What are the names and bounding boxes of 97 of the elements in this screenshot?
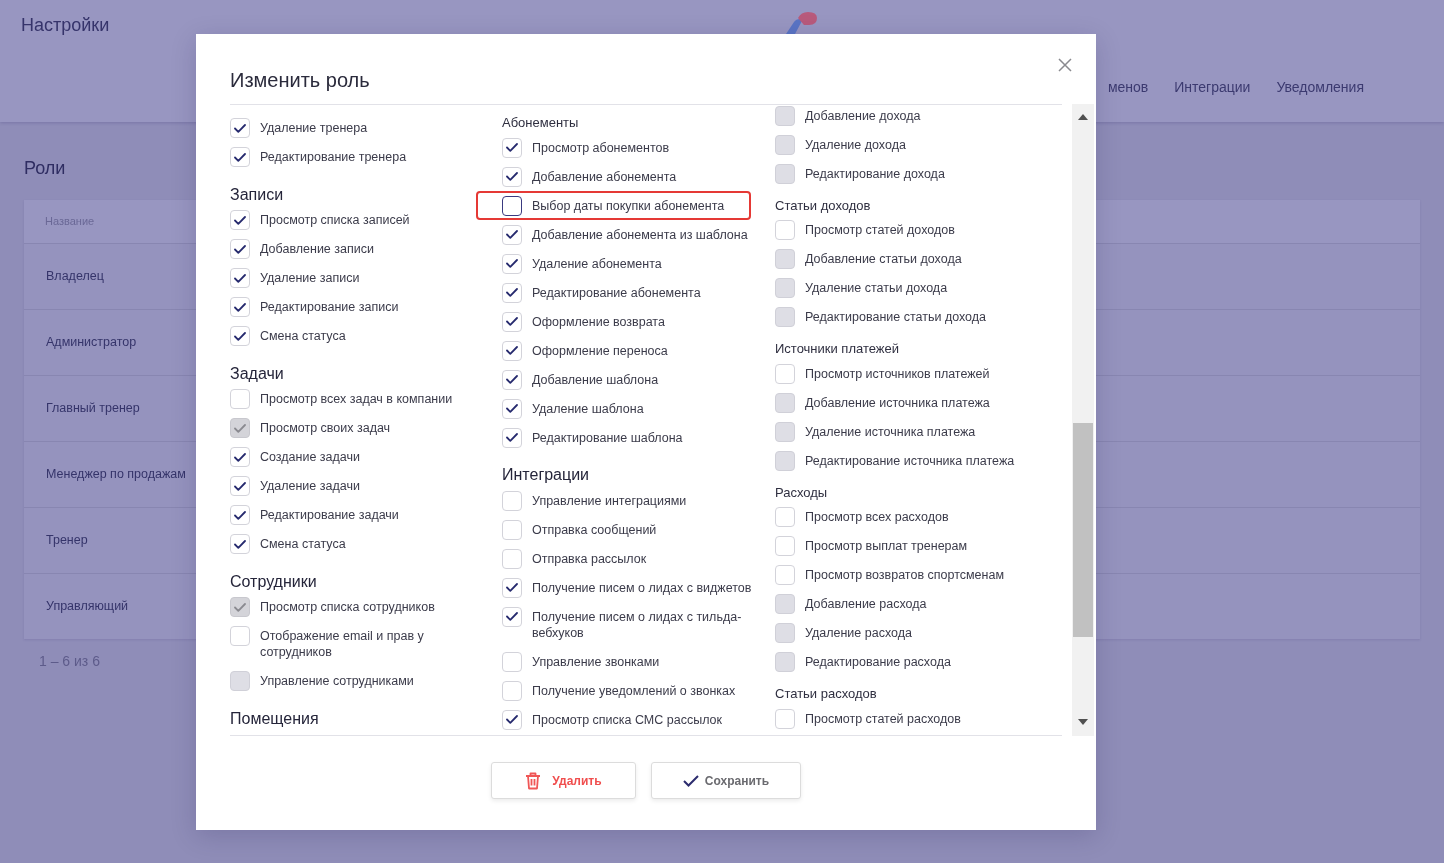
subgroup-heading: Источники платежей xyxy=(775,340,900,358)
check-icon xyxy=(234,510,246,520)
table-cell[interactable]: Администратор xyxy=(24,310,196,375)
modal-title: Изменить роль xyxy=(230,68,370,92)
up-arrow-icon[interactable] xyxy=(1078,114,1088,120)
table-cell[interactable]: Главный тренер xyxy=(24,376,196,441)
checkbox-label[interactable]: Редактирование задачи xyxy=(260,507,399,523)
checkbox-label[interactable]: Получение писем о лидах с виджетов xyxy=(532,579,752,596)
table-cell[interactable]: Управляющий xyxy=(24,574,196,639)
group-heading: Записи xyxy=(230,184,284,205)
checkbox-label[interactable]: Отправка рассылок xyxy=(532,550,647,567)
checkbox-label[interactable]: Управление интеграциями xyxy=(532,492,687,509)
check-icon xyxy=(234,423,246,433)
checkbox-label[interactable]: Просмотр списка СМС рассылок xyxy=(532,711,723,728)
scrollbar[interactable] xyxy=(1072,104,1094,736)
checkbox-label[interactable]: Просмотр возвратов спортсменам xyxy=(805,567,1004,583)
checkbox-label[interactable]: Получение уведомлений о звонках xyxy=(532,682,736,699)
checkbox-label[interactable]: Просмотр источников платежей xyxy=(805,365,990,382)
checkbox-label[interactable]: Просмотр абонементов xyxy=(532,139,670,156)
check-icon xyxy=(234,244,246,254)
check-icon xyxy=(234,539,246,549)
checkbox[interactable] xyxy=(502,195,522,216)
checkbox-label[interactable]: Получение писем о лидах с тильда-вебхуков xyxy=(532,608,775,641)
checkbox-label[interactable]: Добавление абонемента xyxy=(532,168,677,185)
check-icon xyxy=(234,123,246,133)
logo-icon xyxy=(785,12,817,34)
check-icon xyxy=(506,143,518,152)
section-title: Роли xyxy=(24,157,66,179)
check-icon xyxy=(506,317,518,326)
down-arrow-icon[interactable] xyxy=(1078,719,1088,725)
check-icon xyxy=(234,331,246,341)
checkbox-label[interactable]: Добавление абонемента из шаблона xyxy=(532,226,748,243)
checkbox-label[interactable]: Отправка сообщений xyxy=(532,521,657,538)
checkbox-label[interactable]: Смена статуса xyxy=(260,536,346,552)
subgroup-heading: Статьи расходов xyxy=(775,685,877,703)
checkbox-label[interactable]: Выбор даты покупки абонемента xyxy=(532,197,725,214)
checkbox-label[interactable]: Удаление записи xyxy=(260,270,360,286)
check-icon xyxy=(506,346,518,355)
check-icon xyxy=(234,481,246,491)
check-icon xyxy=(234,152,246,162)
delete-button[interactable]: Удалить xyxy=(491,762,636,799)
checkbox-label[interactable]: Добавление шаблона xyxy=(532,371,659,388)
checkbox-label[interactable]: Создание задачи xyxy=(260,449,360,465)
checkbox-label[interactable]: Просмотр всех задач в компании xyxy=(260,391,453,407)
checkbox-label[interactable]: Управление звонками xyxy=(532,653,660,670)
subgroup-heading: Расходы xyxy=(775,483,828,502)
check-icon xyxy=(234,302,246,312)
checkbox-label[interactable]: Редактирование тренера xyxy=(260,149,407,165)
checkbox-label[interactable]: Просмотр всех расходов xyxy=(805,509,949,525)
check-icon xyxy=(234,602,246,612)
check-icon xyxy=(506,259,518,268)
check-icon xyxy=(506,172,518,181)
nav-tab[interactable]: Интеграции xyxy=(1174,78,1251,100)
scrollbar-thumb[interactable] xyxy=(1073,423,1093,637)
check-icon xyxy=(506,715,518,724)
table-cell[interactable]: Владелец xyxy=(24,244,196,309)
check-icon xyxy=(506,288,518,297)
checkbox-label[interactable]: Редактирование абонемента xyxy=(532,284,701,301)
check-icon xyxy=(234,452,246,462)
checkbox-label[interactable]: Просмотр списка записей xyxy=(260,212,410,228)
check-icon xyxy=(234,273,246,283)
table-cell[interactable]: Тренер xyxy=(24,508,196,573)
group-heading: Задачи xyxy=(230,363,284,384)
save-button[interactable]: Сохранить xyxy=(651,762,801,799)
trash-icon xyxy=(525,771,542,790)
checkbox-label[interactable]: Просмотр статей расходов xyxy=(805,710,961,727)
check-icon xyxy=(506,583,518,592)
checkbox-label[interactable]: Просмотр выплат тренерам xyxy=(805,538,968,554)
group-heading: Сотрудники xyxy=(230,571,317,592)
close-icon xyxy=(1058,58,1072,72)
checkbox-label[interactable]: Отображение email и прав у сотрудников xyxy=(260,628,472,660)
check-icon xyxy=(234,215,246,225)
group-heading: Помещения xyxy=(230,708,319,729)
subgroup-heading: Абонементы xyxy=(502,114,579,132)
page-title: Настройки xyxy=(21,14,110,36)
checkbox-label[interactable]: Оформление возврата xyxy=(532,313,665,330)
checkbox-label[interactable]: Редактирование записи xyxy=(260,299,399,315)
checkbox-label[interactable]: Оформление переноса xyxy=(532,342,668,359)
check-icon xyxy=(506,612,518,621)
checkbox-label[interactable]: Удаление тренера xyxy=(260,120,368,136)
subgroup-heading: Статьи доходов xyxy=(775,196,871,215)
checkbox-label[interactable]: Добавление записи xyxy=(260,241,374,257)
check-icon xyxy=(682,774,699,787)
check-icon xyxy=(506,433,518,442)
check-icon xyxy=(506,230,518,239)
check-icon xyxy=(506,404,518,413)
checkbox-label[interactable]: Редактирование шаблона xyxy=(532,429,683,446)
check-icon xyxy=(506,375,518,384)
checkbox-label[interactable]: Удаление абонемента xyxy=(532,255,662,272)
nav-tab[interactable]: менов xyxy=(1107,78,1149,100)
checkbox-label[interactable]: Удаление задачи xyxy=(260,478,360,494)
checkbox-label[interactable]: Удаление шаблона xyxy=(532,400,644,417)
checkbox-label[interactable]: Просмотр статей доходов xyxy=(805,222,955,238)
nav-tab[interactable]: Уведомления xyxy=(1276,78,1364,100)
group-heading: Интеграции xyxy=(502,465,590,485)
checkbox-label[interactable]: Смена статуса xyxy=(260,328,346,344)
table-cell[interactable]: Менеджер по продажам xyxy=(24,442,196,507)
